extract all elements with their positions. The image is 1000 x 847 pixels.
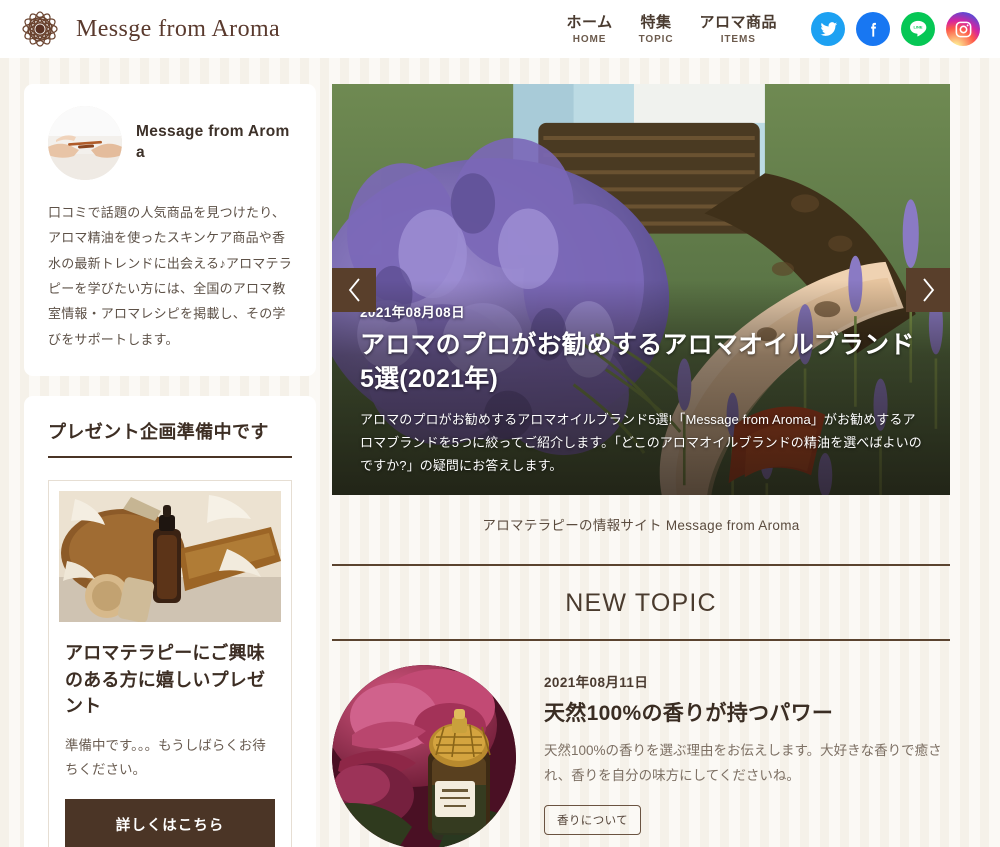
post-title[interactable]: 天然100%の香りが持つパワー — [544, 697, 950, 727]
promo-box: アロマテラピーにご興味のある方に嬉しいプレゼント 準備中です。。。もうしばらくお… — [48, 480, 292, 847]
page-layout: Message from Aroma 口コミで話題の人気商品を見つけたり、アロマ… — [0, 58, 1000, 847]
main-navigation: ホーム HOME 特集 TOPIC アロマ商品 ITEMS — [567, 12, 777, 46]
promo-text: 準備中です。。。もうしばらくお待ちください。 — [65, 737, 266, 777]
nav-item-topic-label-en: TOPIC — [638, 34, 674, 46]
post-excerpt: 天然100%の香りを選ぶ理由をお伝えします。大好きな香りで癒され、香りを自分の味… — [544, 743, 942, 783]
nav-item-items-label-en: ITEMS — [720, 34, 756, 46]
hero-slider[interactable]: 2021年08月08日 アロマのプロがお勧めするアロマオイルブランド5選(202… — [332, 84, 950, 495]
facebook-icon[interactable] — [856, 12, 890, 46]
post-body: 2021年08月11日 天然100%の香りが持つパワー 天然100%の香りを選ぶ… — [544, 665, 950, 835]
site-tagline: アロマテラピーの情報サイト Message from Aroma — [482, 518, 800, 533]
main-content: 2021年08月08日 アロマのプロがお勧めするアロマオイルブランド5選(202… — [332, 84, 950, 847]
promo-title: アロマテラピーにご興味のある方に嬉しいプレゼント — [65, 643, 266, 717]
nav-item-topic[interactable]: 特集 TOPIC — [639, 14, 674, 46]
profile-description: 口コミで話題の人気商品を見つけたり、アロマ精油を使ったスキンケア商品や香水の最新… — [48, 205, 292, 347]
social-links: LINE — [811, 12, 980, 46]
hero-prev-arrow-icon[interactable] — [332, 267, 376, 312]
instagram-icon[interactable] — [946, 12, 980, 46]
hero-title: アロマのプロがお勧めするアロマオイルブランド5選(2021年) — [360, 330, 915, 393]
twitter-icon[interactable] — [811, 12, 845, 46]
profile-card: Message from Aroma 口コミで話題の人気商品を見つけたり、アロマ… — [24, 84, 316, 377]
nav-item-home[interactable]: ホーム HOME — [567, 14, 613, 46]
section-heading-new-topic: NEW TOPIC — [565, 589, 717, 617]
hero-excerpt: アロマのプロがお勧めするアロマオイルブランド5選!「Message from A… — [360, 411, 922, 473]
spa-products-photo — [59, 491, 281, 623]
line-icon[interactable]: LINE — [901, 12, 935, 46]
hands-holding-incense-photo — [48, 106, 122, 180]
rose-perfume-photo[interactable] — [332, 665, 516, 847]
nav-item-items-label-ja: アロマ商品 — [699, 14, 777, 32]
site-header: Messge from Aroma ホーム HOME 特集 TOPIC アロマ商… — [0, 0, 1000, 58]
nav-item-items[interactable]: アロマ商品 ITEMS — [699, 14, 777, 46]
profile-header: Message from Aroma — [48, 106, 292, 180]
post-tag[interactable]: 香りについて — [544, 804, 642, 835]
nav-item-home-label-ja: ホーム — [566, 14, 613, 32]
nav-item-topic-label-ja: 特集 — [640, 14, 672, 32]
promo-cta-button[interactable]: 詳しくはこちら — [65, 799, 275, 847]
nav-item-home-label-en: HOME — [572, 34, 607, 46]
sidebar: Message from Aroma 口コミで話題の人気商品を見つけたり、アロマ… — [24, 84, 316, 847]
post-date: 2021年08月11日 — [544, 675, 649, 690]
promo-widget: プレゼント企画準備中です アロマテラピーにご興味のある方に嬉しいプレゼント 準備… — [24, 396, 316, 847]
flower-mandala-icon — [14, 3, 66, 55]
hero-date: 2021年08月08日 — [360, 304, 465, 320]
list-item: 2021年08月11日 天然100%の香りが持つパワー 天然100%の香りを選ぶ… — [332, 641, 950, 847]
hero-next-arrow-icon[interactable] — [906, 267, 950, 312]
brand-logo[interactable]: Messge from Aroma — [14, 3, 280, 55]
promo-widget-title: プレゼント企画準備中です — [48, 418, 292, 459]
brand-title: Messge from Aroma — [76, 15, 281, 42]
svg-text:LINE: LINE — [914, 25, 923, 30]
hero-caption[interactable]: 2021年08月08日 アロマのプロがお勧めするアロマオイルブランド5選(202… — [360, 301, 922, 477]
profile-name: Message from Aroma — [136, 123, 290, 161]
